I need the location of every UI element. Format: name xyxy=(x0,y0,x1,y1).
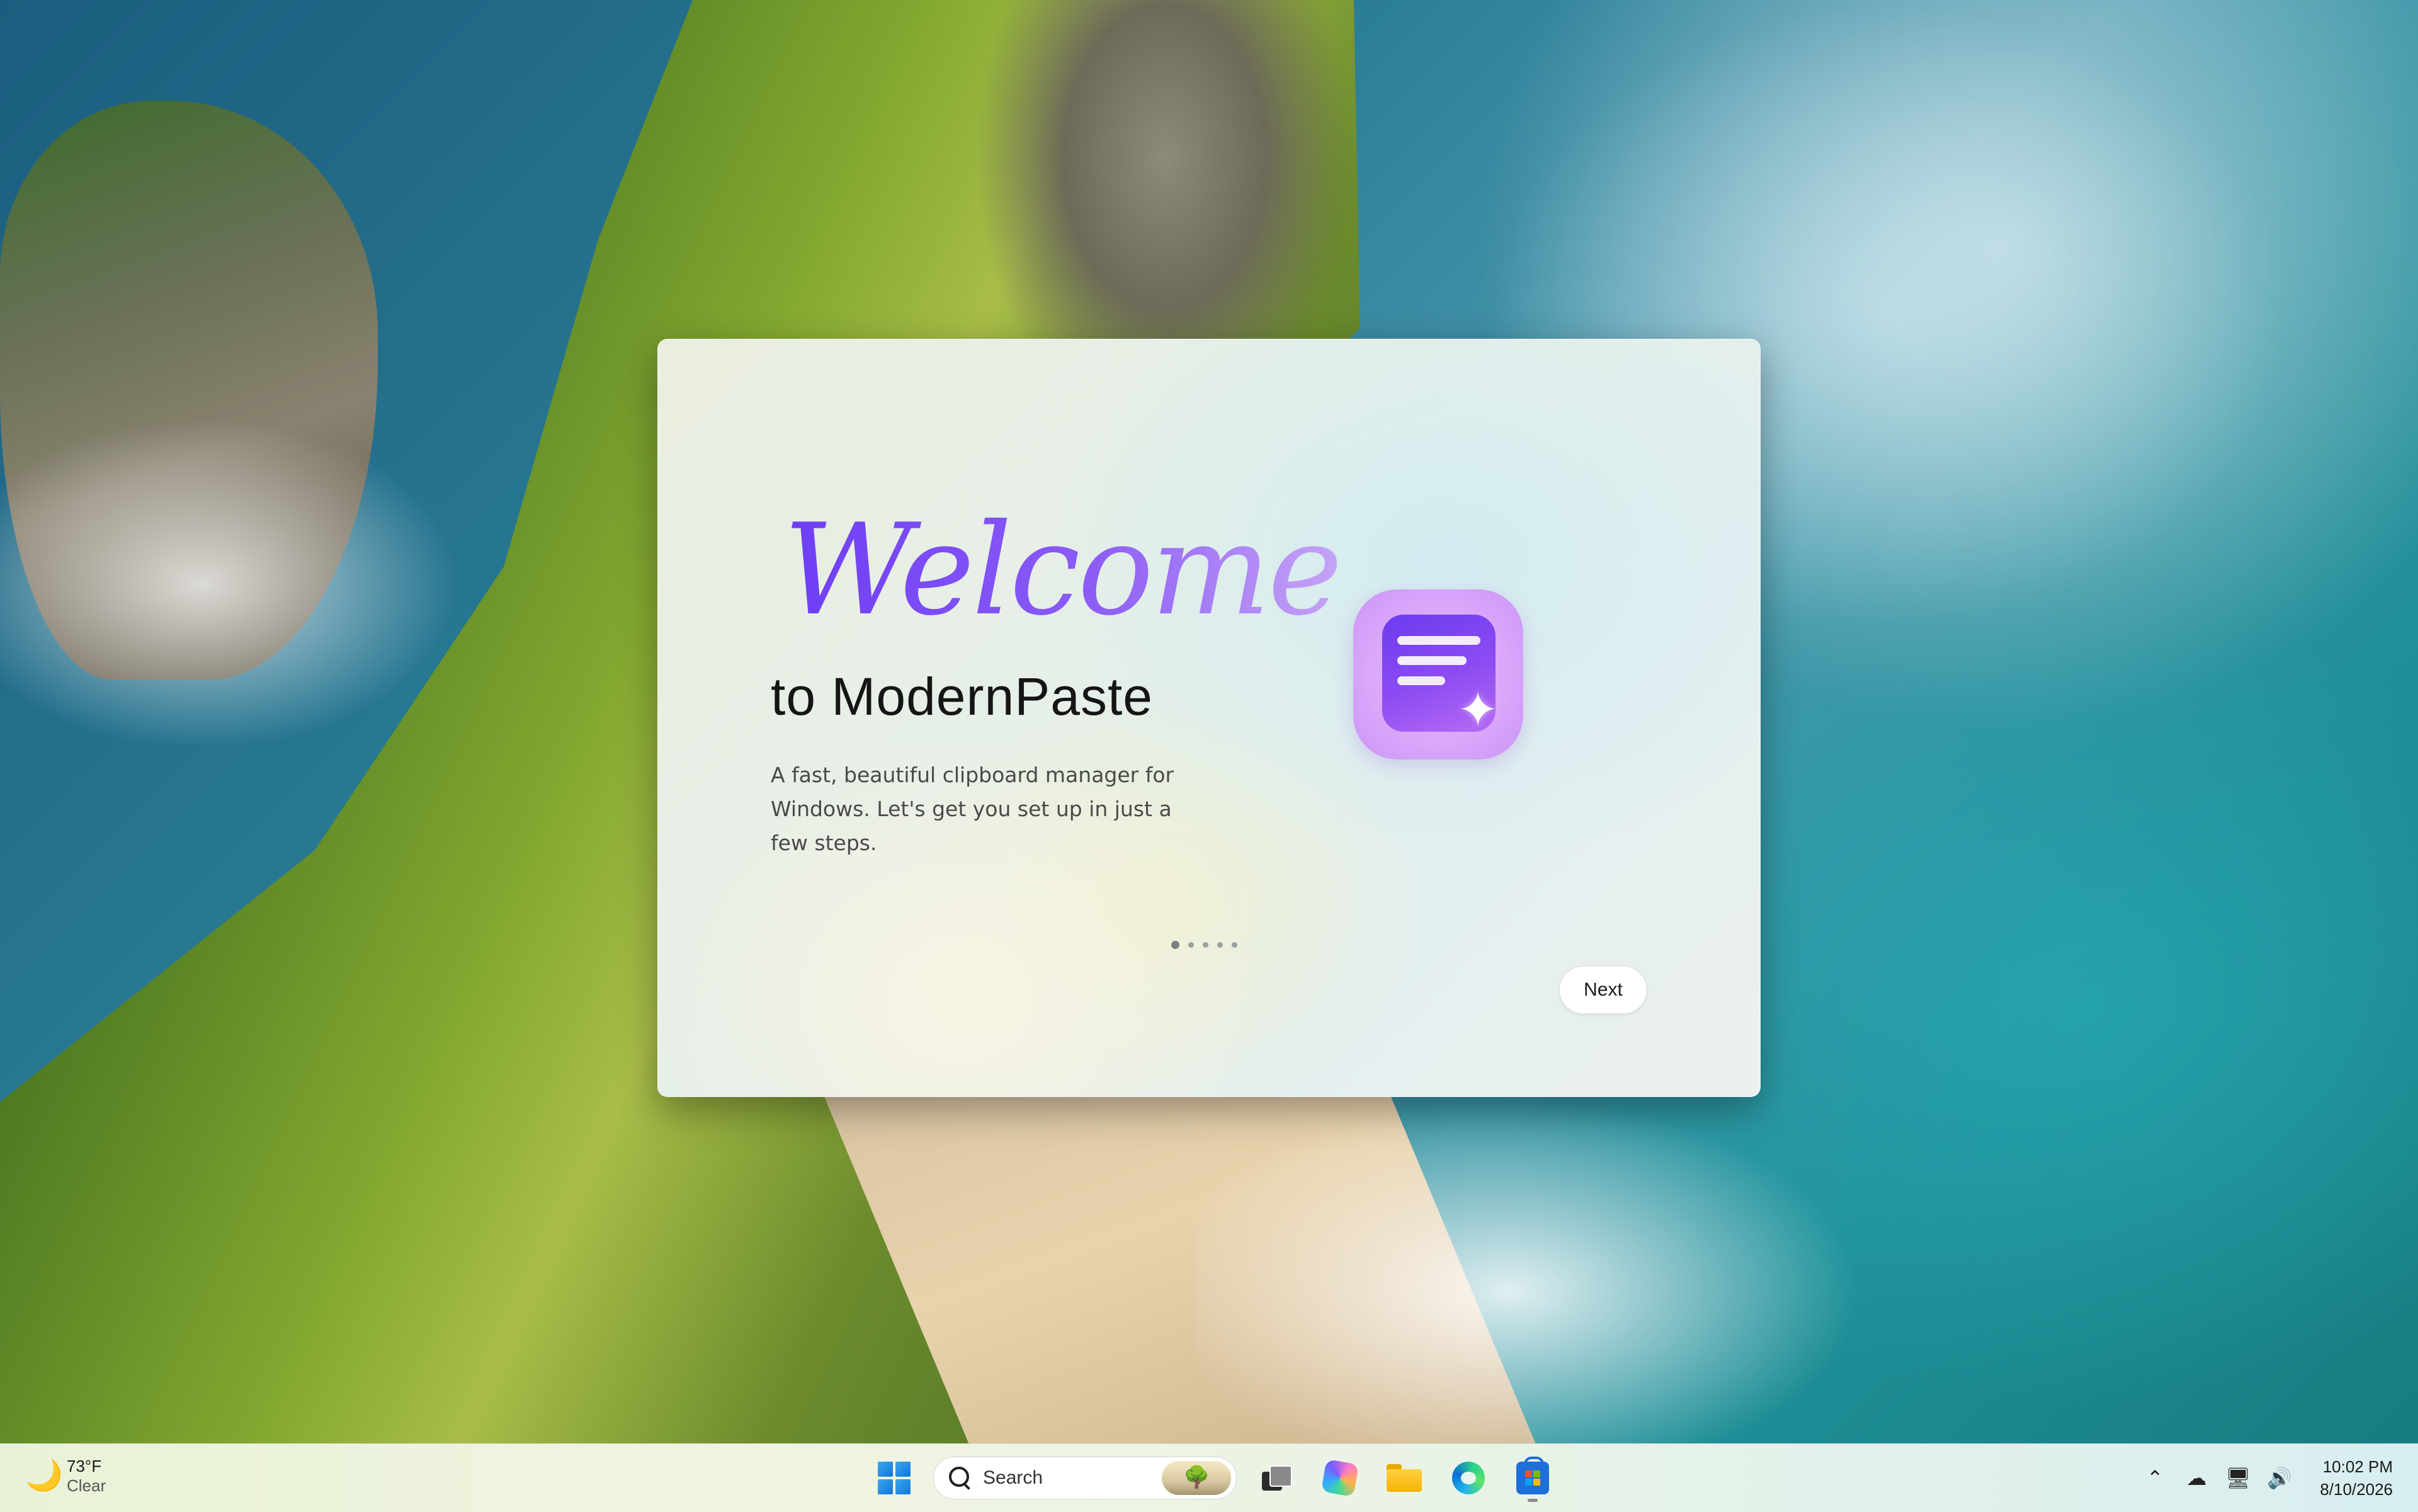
taskbar-search[interactable] xyxy=(933,1457,1237,1499)
clock-date: 8/10/2026 xyxy=(2320,1480,2393,1499)
start-button[interactable] xyxy=(869,1453,919,1503)
running-indicator xyxy=(1528,1499,1538,1502)
step-dot-1 xyxy=(1171,941,1179,949)
windows-logo-icon xyxy=(878,1462,911,1494)
copilot-button[interactable] xyxy=(1315,1453,1365,1503)
folder-icon xyxy=(1387,1464,1422,1492)
store-button[interactable] xyxy=(1507,1453,1558,1503)
moon-icon: 🌙 xyxy=(25,1459,63,1492)
onedrive-offline-icon[interactable]: ☁ xyxy=(2182,1464,2210,1492)
weather-temperature: 73°F xyxy=(67,1457,102,1475)
clock-time: 10:02 PM xyxy=(2322,1457,2393,1476)
weather-widget[interactable]: 🌙 73°F Clear xyxy=(25,1457,106,1496)
step-dot-4 xyxy=(1217,942,1223,948)
task-view-icon xyxy=(1262,1465,1292,1491)
copilot-icon xyxy=(1320,1458,1359,1498)
app-description: A fast, beautiful clipboard manager for … xyxy=(771,763,1174,855)
step-indicator xyxy=(1171,941,1237,949)
store-icon xyxy=(1516,1457,1549,1494)
app-title: to ModernPaste xyxy=(771,667,1154,726)
onboarding-window: Welcome to ModernPaste A fast, beautiful… xyxy=(657,339,1761,1097)
chevron-up-icon[interactable]: ⌃ xyxy=(2141,1464,2169,1492)
search-highlight-image xyxy=(1162,1461,1231,1495)
modernpaste-logo-icon: ✦ xyxy=(1353,589,1523,759)
volume-icon[interactable]: 🔊 xyxy=(2266,1464,2293,1492)
step-dot-3 xyxy=(1203,942,1208,948)
taskbar: 🌙 73°F Clear Search 🌳 ⌃ ☁ 🖥 🔊 10:02 PM 8… xyxy=(0,1443,2418,1512)
search-input[interactable] xyxy=(982,1467,1173,1489)
file-explorer-button[interactable] xyxy=(1379,1453,1429,1503)
taskbar-pinned-apps xyxy=(869,1453,1558,1503)
wallpaper-surf xyxy=(1196,1083,1889,1443)
next-button[interactable]: Next xyxy=(1559,966,1647,1014)
search-icon xyxy=(948,1465,973,1491)
sparkle-icon: ✦ xyxy=(1457,682,1499,739)
network-icon[interactable]: 🖥 xyxy=(2224,1464,2252,1492)
step-dot-2 xyxy=(1188,942,1194,948)
weather-condition: Clear xyxy=(67,1476,106,1495)
step-dot-5 xyxy=(1232,942,1237,948)
edge-icon xyxy=(1452,1462,1485,1494)
system-tray: ⌃ ☁ 🖥 🔊 10:02 PM 8/10/2026 xyxy=(2141,1453,2393,1503)
clock[interactable]: 10:02 PM 8/10/2026 xyxy=(2320,1455,2393,1501)
task-view-button[interactable] xyxy=(1251,1453,1301,1503)
wallpaper-foam xyxy=(0,390,504,743)
edge-button[interactable] xyxy=(1443,1453,1494,1503)
welcome-heading: Welcome xyxy=(783,497,1342,644)
